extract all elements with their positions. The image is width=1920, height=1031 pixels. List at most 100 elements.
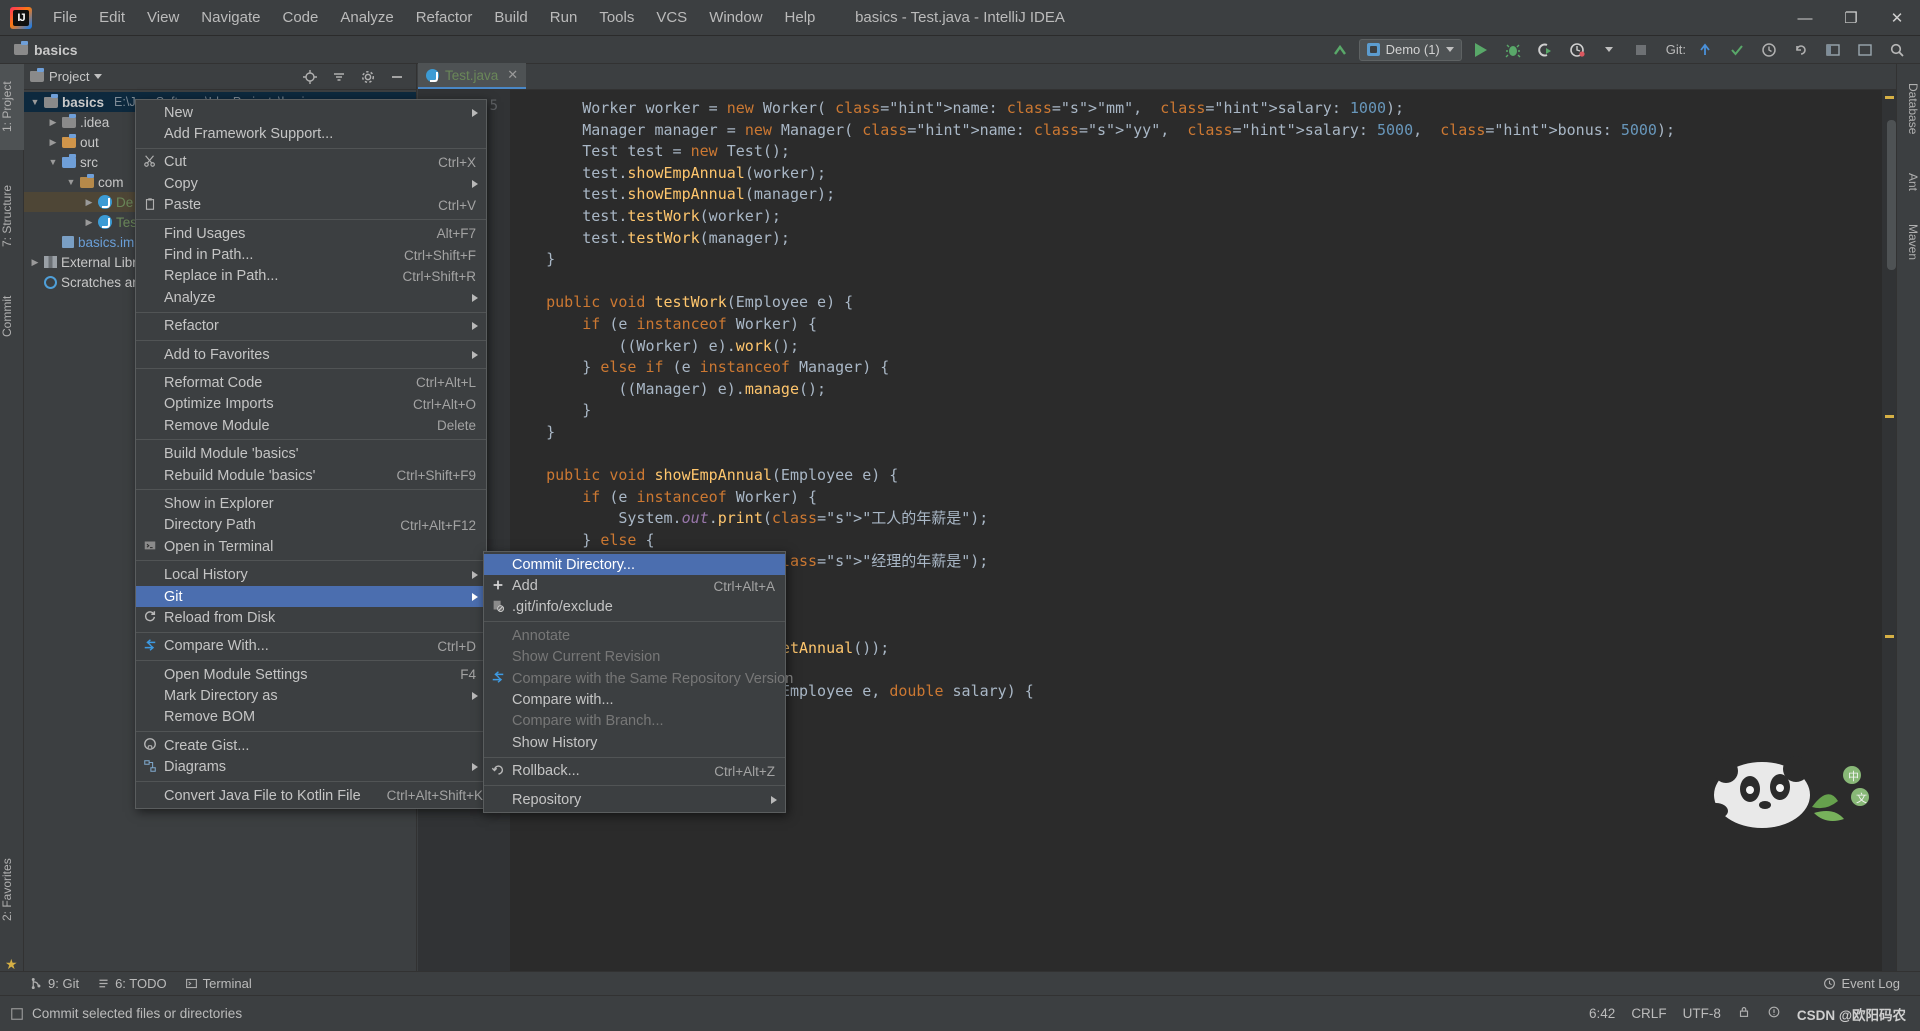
chevron-right-icon[interactable]: ▶ [84,217,94,228]
menu-item-replace-in-path[interactable]: Replace in Path... Ctrl+Shift+R [136,266,486,287]
run-icon[interactable] [1468,39,1494,61]
chevron-down-icon[interactable] [1596,39,1622,61]
chevron-right-icon[interactable]: ▶ [48,137,58,148]
menu-item-analyze[interactable]: Analyze [136,287,486,308]
menu-item-remove-bom[interactable]: Remove BOM [136,707,486,728]
menu-item-build-module-basics[interactable]: Build Module 'basics' [136,443,486,464]
git-submenu[interactable]: Commit Directory... Add Ctrl+Alt+A .git/inf… [483,551,793,814]
menu-item-open-in-terminal[interactable]: Open in Terminal [136,536,486,557]
menu-item-remove-module[interactable]: Remove Module Delete [136,415,486,436]
menu-item-add-to-favorites[interactable]: Add to Favorites [136,344,486,365]
commit-checkmark-icon[interactable] [1724,39,1750,61]
inspection-icon[interactable] [1767,1005,1781,1022]
lock-icon[interactable] [1737,1005,1751,1022]
menu-run[interactable]: Run [539,5,589,30]
menu-item-copy[interactable]: Copy [136,173,486,194]
menu-edit[interactable]: Edit [88,5,136,30]
menu-item-paste[interactable]: Paste Ctrl+V [136,195,486,216]
project-context-menu[interactable]: New Add Framework Support... Cut Ctrl+X Copy… [135,99,487,810]
menu-refactor[interactable]: Refactor [405,5,484,30]
menu-window[interactable]: Window [698,5,773,30]
event-log-button[interactable]: Event Log [1823,976,1920,991]
menu-item-convert-java-file-to-kotlin-file[interactable]: Convert Java File to Kotlin File Ctrl+Alt… [136,785,486,806]
debug-icon[interactable] [1500,39,1526,61]
profiler-icon[interactable] [1564,39,1590,61]
sidebar-item-ant[interactable]: Ant [1896,164,1920,200]
menu-item-add[interactable]: Add Ctrl+Alt+A [484,575,785,596]
menu-item-compare-with[interactable]: Compare with... [484,689,785,710]
chevron-down-icon[interactable]: ▼ [48,157,58,167]
toolwindow-terminal[interactable]: Terminal [185,976,252,991]
menu-navigate[interactable]: Navigate [190,5,271,30]
menu-item-cut[interactable]: Cut Ctrl+X [136,152,486,173]
run-configuration-selector[interactable]: Demo (1) [1358,38,1462,61]
menu-item-rebuild-module-basics[interactable]: Rebuild Module 'basics' Ctrl+Shift+F9 [136,465,486,486]
git-update-icon[interactable] [1692,39,1718,61]
line-separator[interactable]: CRLF [1631,1006,1666,1021]
maximize-button[interactable]: ❐ [1828,0,1874,36]
menu-item-open-module-settings[interactable]: Open Module Settings F4 [136,664,486,685]
project-panel-title[interactable]: Project [30,68,103,84]
tab-test-java[interactable]: Test.java ✕ [418,63,527,89]
search-icon[interactable] [1884,39,1910,61]
main-menu-bar[interactable]: File Edit View Navigate Code Analyze Refactor B… [42,5,826,30]
menu-item-optimize-imports[interactable]: Optimize Imports Ctrl+Alt+O [136,394,486,415]
gear-icon[interactable] [355,66,381,88]
window-controls[interactable]: — ❐ ✕ [1782,0,1920,36]
menu-help[interactable]: Help [774,5,827,30]
sidebar-item-favorites[interactable]: 2: Favorites [0,835,24,945]
menu-item-git[interactable]: Git [136,585,486,608]
menu-item-reformat-code[interactable]: Reformat Code Ctrl+Alt+L [136,372,486,393]
structure-search-icon[interactable] [1820,39,1846,61]
file-encoding[interactable]: UTF-8 [1683,1006,1721,1021]
menu-item--git-info-exclude[interactable]: .git/info/exclude [484,597,785,618]
editor-scrollbar[interactable] [1887,120,1896,270]
run-with-coverage-icon[interactable] [1532,39,1558,61]
menu-item-add-framework-support[interactable]: Add Framework Support... [136,123,486,144]
menu-item-find-usages[interactable]: Find Usages Alt+F7 [136,223,486,244]
menu-build[interactable]: Build [483,5,538,30]
menu-item-show-in-explorer[interactable]: Show in Explorer [136,493,486,514]
menu-item-refactor[interactable]: Refactor [136,316,486,337]
menu-item-reload-from-disk[interactable]: Reload from Disk [136,607,486,628]
rollback-icon[interactable] [1788,39,1814,61]
sidebar-item-database[interactable]: Database [1896,68,1920,150]
sidebar-item-project[interactable]: 1: Project [0,64,24,150]
minimize-button[interactable]: — [1782,0,1828,36]
menu-item-compare-with[interactable]: Compare With... Ctrl+D [136,636,486,657]
sidebar-item-structure[interactable]: 7: Structure [0,164,24,268]
history-icon[interactable] [1756,39,1782,61]
menu-view[interactable]: View [136,5,190,30]
sidebar-item-maven[interactable]: Maven [1896,212,1920,272]
menu-vcs[interactable]: VCS [645,5,698,30]
caret-position[interactable]: 6:42 [1589,1006,1615,1021]
warning-marker[interactable] [1885,96,1894,99]
menu-code[interactable]: Code [271,5,329,30]
locate-icon[interactable] [297,66,323,88]
menu-item-repository[interactable]: Repository [484,789,785,810]
chevron-right-icon[interactable]: ▶ [84,197,94,208]
code-text[interactable]: Worker worker = new Worker( class="hint"… [510,90,1882,995]
sidebar-item-commit[interactable]: Commit [0,280,24,352]
editor-marker-gutter[interactable] [1882,90,1896,995]
close-button[interactable]: ✕ [1874,0,1920,36]
chevron-down-icon[interactable]: ▼ [30,97,40,107]
menu-item-new[interactable]: New [136,102,486,123]
menu-tools[interactable]: Tools [588,5,645,30]
chevron-right-icon[interactable]: ▶ [30,257,40,268]
menu-analyze[interactable]: Analyze [329,5,404,30]
toolwindow-git[interactable]: 9: Git [30,976,79,991]
toolwindow-todo[interactable]: 6: TODO [97,976,167,991]
chevron-down-icon[interactable]: ▼ [66,177,76,187]
menu-item-commit-directory[interactable]: Commit Directory... [484,554,785,576]
menu-item-show-history[interactable]: Show History [484,732,785,753]
menu-item-create-gist[interactable]: Create Gist... [136,735,486,756]
warning-marker[interactable] [1885,635,1894,638]
update-project-icon[interactable] [1327,39,1353,61]
chevron-right-icon[interactable]: ▶ [48,117,58,128]
collapse-all-icon[interactable] [326,66,352,88]
menu-item-find-in-path[interactable]: Find in Path... Ctrl+Shift+F [136,244,486,265]
menu-item-rollback[interactable]: Rollback... Ctrl+Alt+Z [484,761,785,782]
menu-file[interactable]: File [42,5,88,30]
hide-panel-icon[interactable] [384,66,410,88]
